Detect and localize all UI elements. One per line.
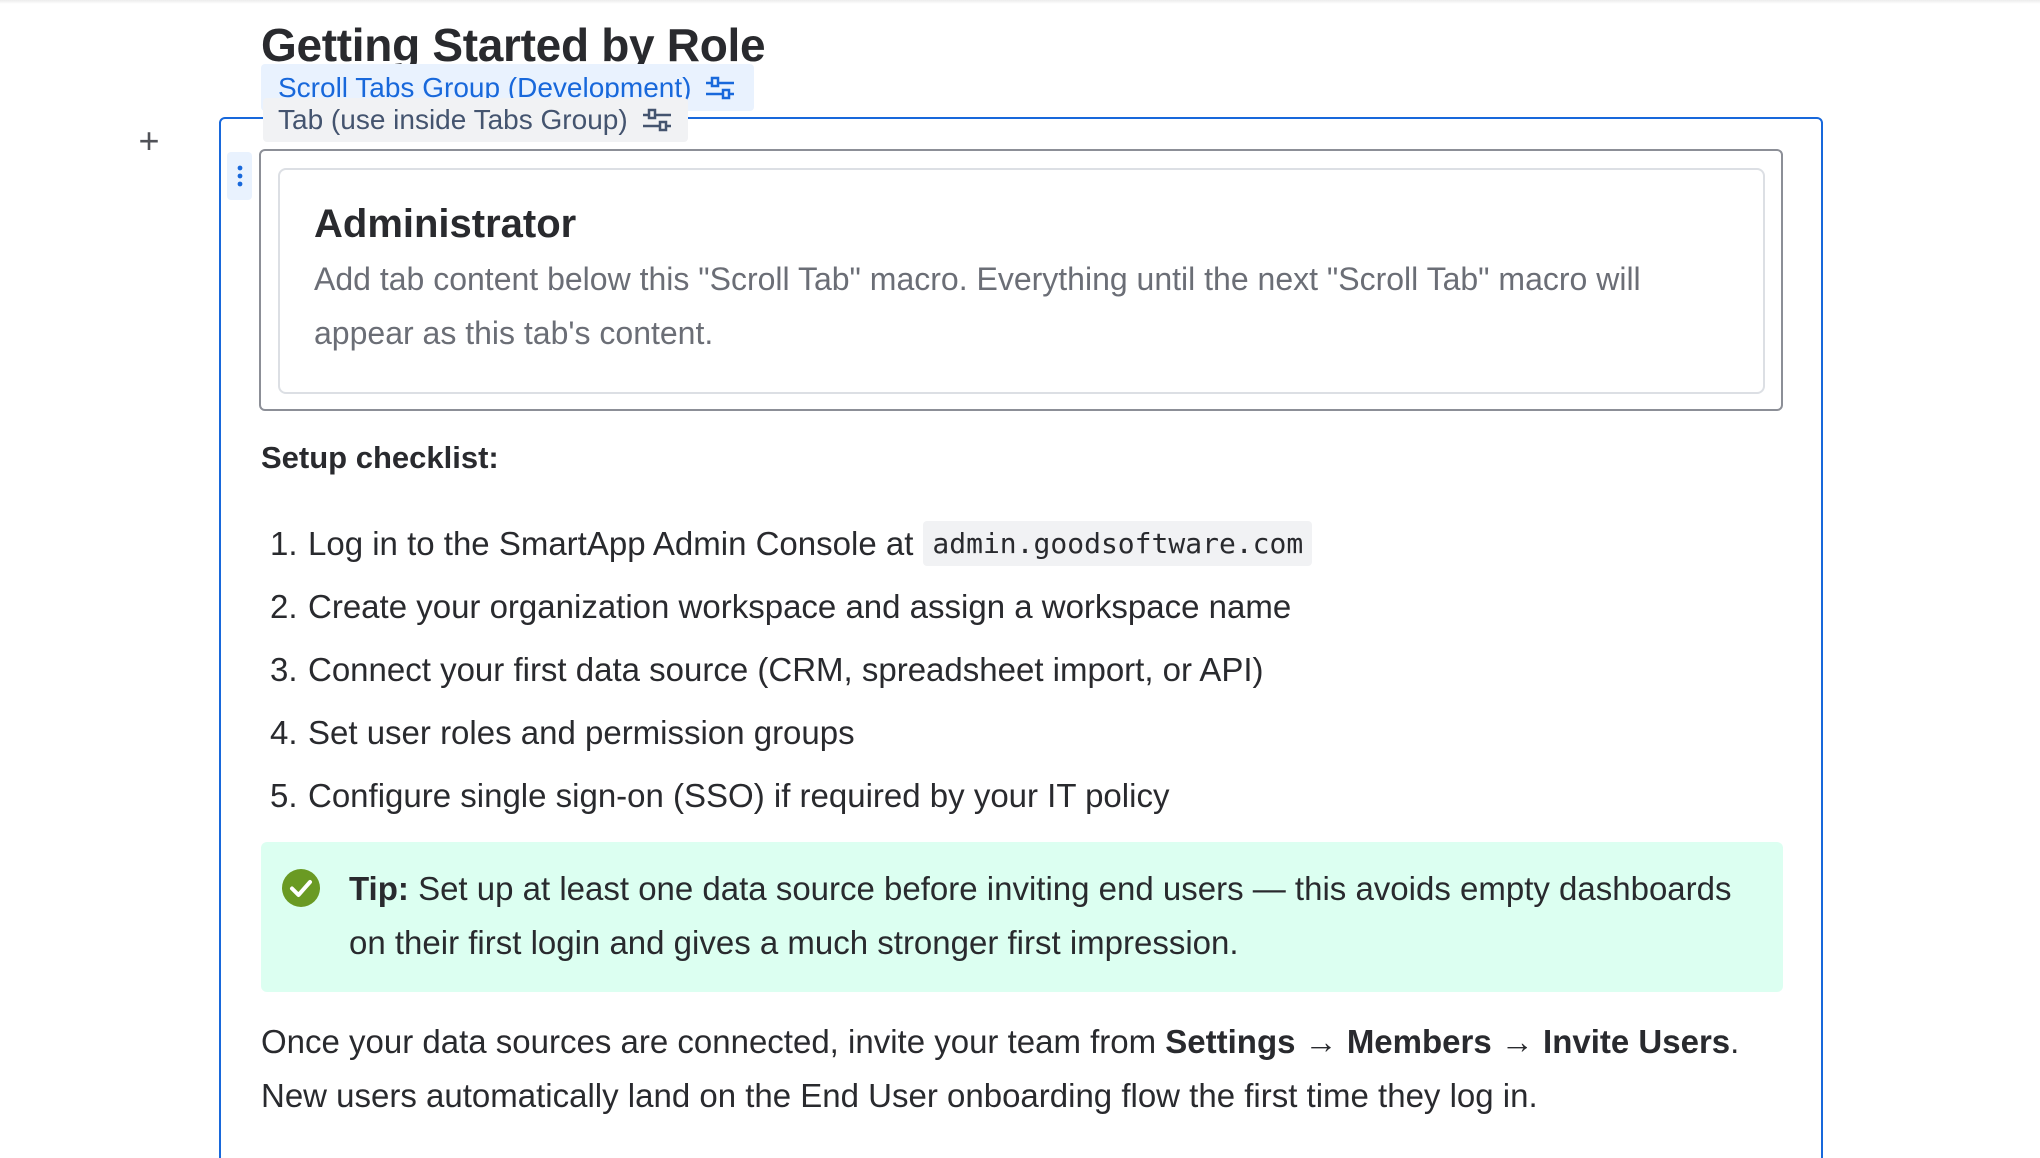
setup-checklist-heading[interactable]: Setup checklist:: [261, 440, 499, 476]
list-item[interactable]: 4. Set user roles and permission groups: [270, 701, 1312, 764]
invite-intro: Once your data sources are connected, in…: [261, 1023, 1166, 1060]
drag-handle-icon[interactable]: [227, 152, 252, 200]
tab-heading[interactable]: Administrator: [314, 200, 1729, 248]
invite-followup: New users automatically land on the End …: [261, 1077, 1538, 1114]
path-members: Members: [1346, 1023, 1492, 1060]
list-item-number: 4.: [270, 713, 298, 751]
setup-checklist: 1. Log in to the SmartApp Admin Console …: [270, 512, 1313, 827]
list-item-number: 2.: [270, 587, 298, 625]
inline-code: admin.goodsoftware.com: [923, 521, 1313, 566]
tip-text: Tip: Set up at least one data source bef…: [349, 862, 1749, 970]
tab-description: Add tab content below this "Scroll Tab" …: [314, 261, 1641, 351]
invite-paragraph[interactable]: Once your data sources are connected, in…: [261, 1015, 1781, 1123]
tab-macro-box[interactable]: Administrator Add tab content below this…: [259, 149, 1783, 411]
toolbar-shadow: [0, 0, 2040, 4]
list-item-number: 1.: [270, 524, 298, 562]
list-item-text: Configure single sign-on (SSO) if requir…: [308, 776, 1170, 814]
list-item[interactable]: 1. Log in to the SmartApp Admin Console …: [270, 512, 1313, 575]
tip-body: Set up at least one data source before i…: [349, 870, 1732, 961]
sliders-icon[interactable]: [703, 73, 737, 103]
path-arrow: →: [1491, 1023, 1544, 1060]
tab-placeholder-card: Administrator Add tab content below this…: [278, 168, 1765, 394]
tip-label: Tip:: [349, 870, 409, 907]
check-circle-icon: [282, 869, 320, 907]
list-item[interactable]: 2. Create your organization workspace an…: [270, 575, 1312, 638]
editor-page: Getting Started by Role Scroll Tabs Grou…: [0, 0, 2040, 1158]
path-arrow: →: [1295, 1023, 1347, 1060]
path-settings: Settings: [1165, 1023, 1296, 1060]
page-title[interactable]: Getting Started by Role: [261, 18, 765, 64]
list-item-text: Create your organization workspace and a…: [308, 587, 1292, 625]
tip-panel[interactable]: Tip: Set up at least one data source bef…: [261, 842, 1783, 992]
list-item[interactable]: 3. Connect your first data source (CRM, …: [270, 638, 1312, 701]
list-item-text: Connect your first data source (CRM, spr…: [308, 650, 1264, 688]
tab-macro-chip[interactable]: Tab (use inside Tabs Group): [263, 98, 688, 142]
plus-icon[interactable]: +: [134, 123, 164, 159]
sliders-icon[interactable]: [640, 105, 674, 135]
list-item-number: 3.: [270, 650, 298, 688]
list-item-number: 5.: [270, 776, 298, 814]
path-invite-users: Invite Users: [1543, 1023, 1731, 1060]
invite-period: .: [1730, 1023, 1740, 1060]
list-item-text: Set user roles and permission groups: [308, 713, 855, 751]
more-vertical-icon: [237, 165, 242, 187]
list-item-text: Log in to the SmartApp Admin Console at: [308, 524, 914, 562]
tab-macro-label: Tab (use inside Tabs Group): [278, 104, 628, 135]
list-item[interactable]: 5. Configure single sign-on (SSO) if req…: [270, 764, 1312, 827]
